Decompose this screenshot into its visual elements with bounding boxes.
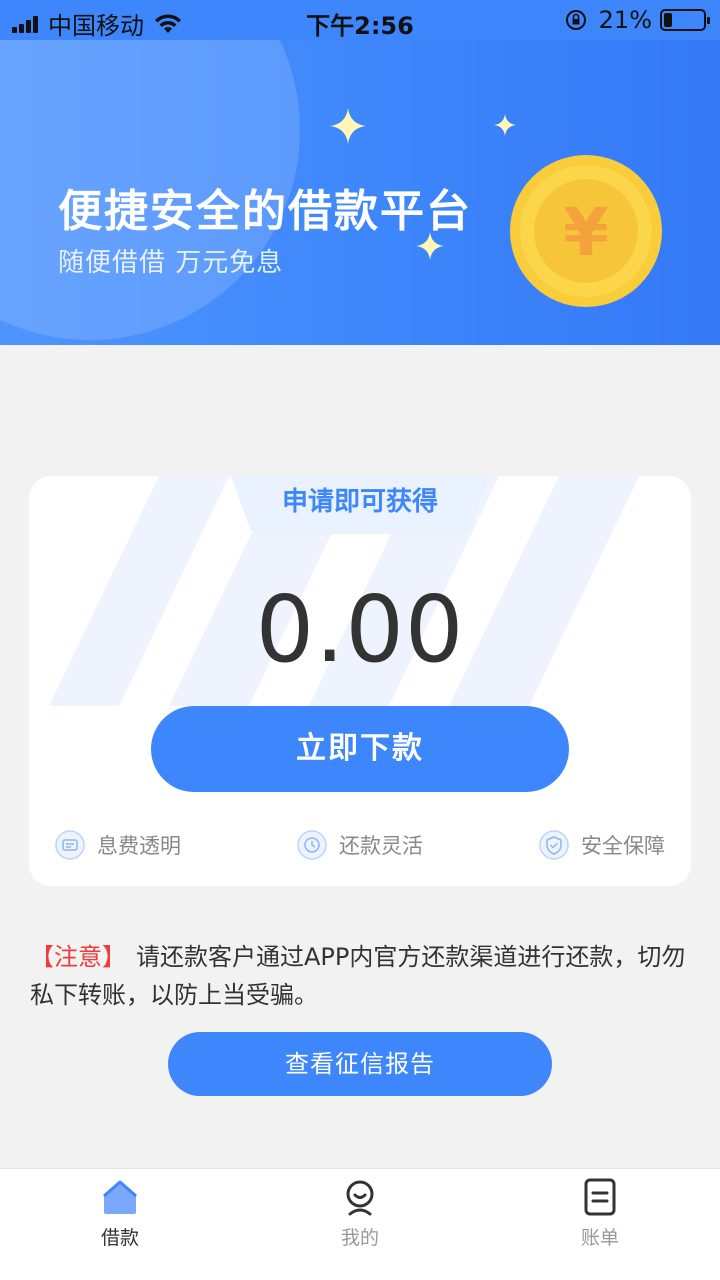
tab-label: 借款 <box>100 1227 139 1249</box>
battery-icon <box>660 9 710 31</box>
tab-borrow[interactable]: 借款 <box>60 1177 180 1257</box>
coin-symbol: ¥ <box>563 194 609 271</box>
document-icon <box>55 830 85 860</box>
status-right: 21% <box>565 6 710 34</box>
yuan-coin-icon: ¥ <box>510 155 662 307</box>
bottom-tab-bar: 借款 我的 账单 <box>0 1168 720 1280</box>
sparkle-icon <box>330 108 366 144</box>
user-icon <box>346 1180 374 1216</box>
notice-tag: 【注意】 <box>30 943 126 971</box>
borrow-now-button[interactable]: 立即下款 <box>151 706 569 792</box>
notice-text: 请还款客户通过APP内官方还款渠道进行还款，切勿私下转账，以防上当受骗。 <box>30 943 686 1009</box>
feature-transparent-fees: 息费透明 <box>55 828 181 862</box>
home-icon <box>103 1180 137 1214</box>
feature-label: 安全保障 <box>581 834 665 858</box>
card-tab-label: 申请即可获得 <box>281 487 438 517</box>
sparkle-icon <box>494 114 516 136</box>
battery-fill <box>664 13 672 27</box>
bill-icon <box>584 1178 616 1216</box>
view-credit-report-button[interactable]: 查看征信报告 <box>168 1032 552 1096</box>
tab-label: 账单 <box>580 1227 619 1249</box>
tab-bills[interactable]: 账单 <box>540 1177 660 1257</box>
loan-amount: 0.00 <box>255 576 465 683</box>
shield-icon <box>539 830 569 860</box>
feature-label: 息费透明 <box>97 834 181 858</box>
rotation-lock-icon <box>565 10 586 30</box>
banner-title: 便捷安全的借款平台 <box>58 186 472 237</box>
hero-banner: 便捷安全的借款平台 随便借借 万元免息 ¥ <box>0 40 720 345</box>
clock-icon <box>297 830 327 860</box>
feature-label: 还款灵活 <box>339 834 423 858</box>
loan-card: 申请即可获得 0.00 立即下款 息费透明 还款灵活 安全保障 <box>29 476 691 886</box>
tab-mine[interactable]: 我的 <box>300 1177 420 1257</box>
feature-flexible-repayment: 还款灵活 <box>297 828 423 862</box>
fraud-notice: 【注意】 请还款客户通过APP内官方还款渠道进行还款，切勿私下转账，以防上当受骗。 <box>30 938 690 1014</box>
status-bar: 中国移动 下午2:56 21% <box>0 0 720 40</box>
feature-security: 安全保障 <box>539 828 665 862</box>
banner-subtitle: 随便借借 万元免息 <box>58 248 284 278</box>
battery-percent: 21% <box>598 6 652 34</box>
tab-label: 我的 <box>340 1227 379 1249</box>
